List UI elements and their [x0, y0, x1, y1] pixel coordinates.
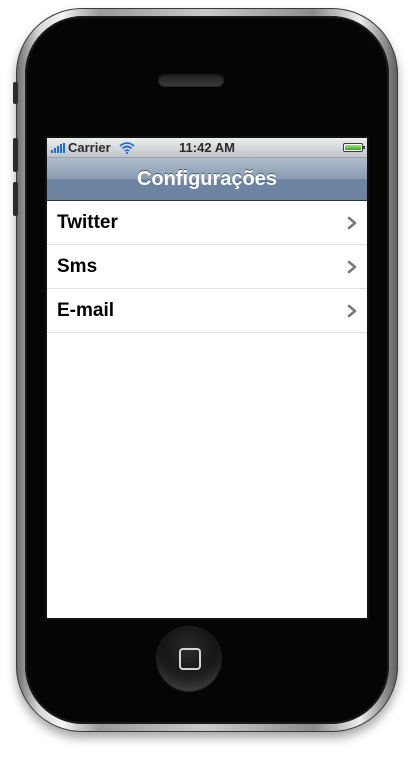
carrier-label: Carrier: [68, 140, 111, 155]
list-item-label: E-mail: [57, 299, 115, 321]
volume-up-button: [13, 138, 18, 172]
chevron-right-icon: [347, 260, 357, 273]
settings-list: Twitter Sms E-mail: [47, 201, 367, 333]
list-item-label: Sms: [57, 255, 98, 277]
battery-level: [345, 145, 361, 150]
navigation-bar: Configurações: [47, 158, 367, 201]
mute-switch: [13, 82, 18, 104]
chevron-right-icon: [347, 216, 357, 229]
page-title: Configurações: [136, 167, 278, 190]
earpiece-speaker: [158, 73, 224, 86]
status-bar: Carrier 11:42 AM: [47, 138, 367, 158]
list-item-sms[interactable]: Sms: [47, 245, 367, 289]
list-item-label: Twitter: [57, 211, 118, 233]
home-button-icon[interactable]: [157, 627, 221, 691]
list-item-twitter[interactable]: Twitter: [47, 201, 367, 245]
screen: Carrier 11:42 AM Configurações Twitter S…: [47, 138, 367, 618]
chevron-right-icon: [347, 304, 357, 317]
battery-icon: [343, 143, 365, 152]
list-item-email[interactable]: E-mail: [47, 289, 367, 333]
signal-bars-icon: [51, 142, 65, 153]
volume-down-button: [13, 182, 18, 216]
wifi-icon: [119, 141, 135, 154]
home-square-icon: [179, 648, 201, 670]
